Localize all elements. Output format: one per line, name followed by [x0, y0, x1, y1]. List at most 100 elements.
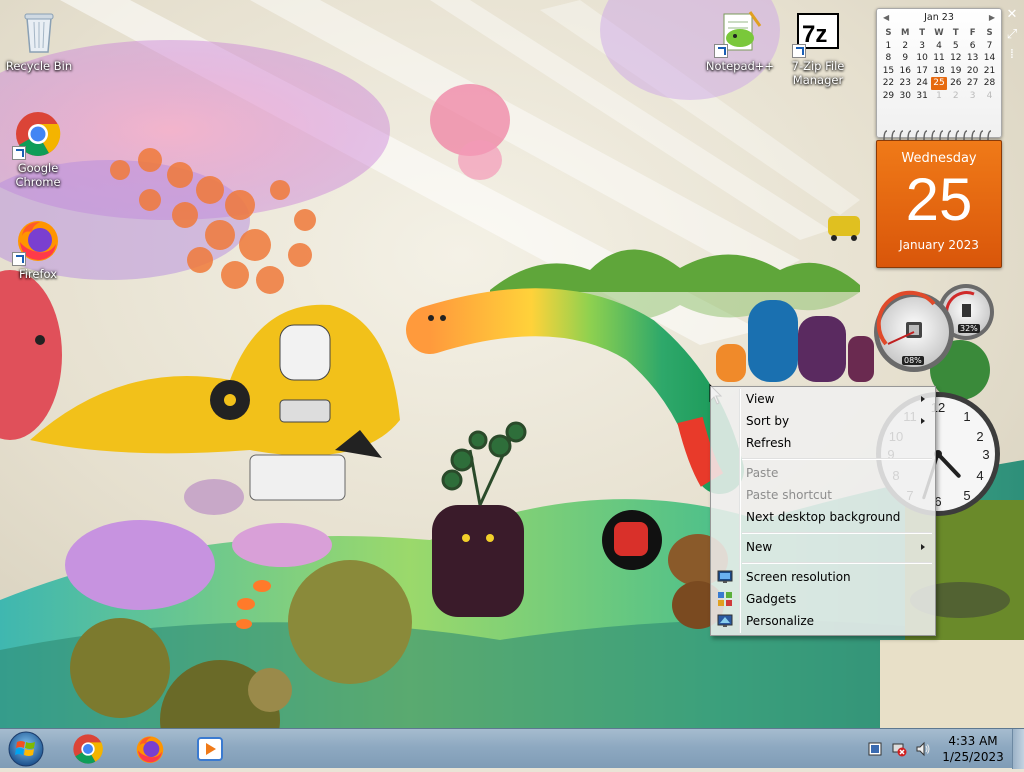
calendar-day[interactable]: 22 — [880, 77, 897, 90]
menu-item-label: Screen resolution — [746, 570, 851, 584]
desktop-icon-notepadpp[interactable]: Notepad++ — [702, 8, 778, 73]
calendar-day-next-month[interactable]: 2 — [947, 90, 964, 103]
calendar-day-next-month[interactable]: 3 — [964, 90, 981, 103]
desktop-icon-label: Notepad++ — [705, 59, 775, 73]
screen-resolution-icon — [717, 570, 733, 583]
menu-item-screen-resolution[interactable]: Screen resolution — [713, 566, 933, 588]
calendar-day[interactable]: 6 — [964, 40, 981, 53]
chrome-icon — [73, 734, 103, 764]
desktop-icon-7zip[interactable]: 7z 7-Zip File Manager — [780, 8, 856, 87]
firefox-icon — [136, 736, 164, 763]
taskbar-firefox-button[interactable] — [122, 731, 178, 767]
calendar-day[interactable]: 5 — [947, 40, 964, 53]
network-icon[interactable] — [891, 741, 907, 757]
calendar-day[interactable]: 29 — [880, 90, 897, 103]
desktop-icon-label: Google Chrome — [15, 161, 61, 189]
menu-item-label: Personalize — [746, 614, 815, 628]
start-button[interactable] — [4, 729, 50, 769]
desktop-icon-label: 7-Zip File Manager — [791, 59, 845, 87]
firefox-icon — [12, 216, 62, 266]
calendar-day[interactable]: 30 — [897, 90, 914, 103]
calendar-day-today[interactable]: 25 — [930, 77, 948, 90]
menu-item-paste[interactable]: Paste — [713, 462, 933, 484]
menu-item-sort-by[interactable]: Sort by — [713, 410, 933, 432]
calendar-month-page: ◀ Jan 23 ▶ S M T W T F S 1 2 3 4 5 6 7 8… — [876, 8, 1002, 138]
calendar-gadget[interactable]: ◀ Jan 23 ▶ S M T W T F S 1 2 3 4 5 6 7 8… — [876, 8, 1002, 268]
menu-item-next-desktop-background[interactable]: Next desktop background — [713, 506, 933, 528]
action-center-icon[interactable] — [867, 741, 883, 757]
calendar-day[interactable]: 16 — [897, 65, 914, 78]
gadget-size-icon[interactable]: ⤢ — [1004, 26, 1020, 44]
taskbar-media-player-button[interactable] — [182, 731, 238, 767]
taskbar-clock-date[interactable]: 1/25/2023 — [938, 750, 1008, 764]
desktop-icon-google-chrome[interactable]: Google Chrome — [0, 110, 76, 189]
calendar-week-row: 1 2 3 4 5 6 7 — [880, 40, 998, 53]
desktop-icon-recycle-bin[interactable]: Recycle Bin — [1, 8, 77, 73]
weekday-label: M — [901, 28, 910, 39]
calendar-day[interactable]: 21 — [981, 65, 998, 78]
cpu-meter-gadget[interactable]: 08% 32% — [874, 282, 1002, 378]
taskbar-clock-time[interactable]: 4:33 AM — [938, 734, 1008, 748]
taskbar: 4:33 AM 1/25/2023 — [0, 728, 1024, 769]
calendar-day[interactable]: 19 — [947, 65, 964, 78]
calendar-grid: S M T W T F S 1 2 3 4 5 6 7 8 9 10 11 12… — [880, 27, 998, 102]
calendar-day[interactable]: 4 — [931, 40, 948, 53]
menu-item-refresh[interactable]: Refresh — [713, 432, 933, 454]
calendar-day[interactable]: 10 — [914, 52, 931, 65]
calendar-day-next-month[interactable]: 1 — [931, 90, 948, 103]
menu-item-new[interactable]: New — [713, 536, 933, 558]
desktop[interactable]: Recycle Bin Google Chrome Firefox Notepa… — [0, 0, 1024, 728]
svg-text:3: 3 — [982, 447, 989, 462]
calendar-day[interactable]: 23 — [897, 77, 914, 90]
calendar-day[interactable]: 18 — [931, 65, 948, 78]
calendar-day[interactable]: 1 — [880, 40, 897, 53]
volume-icon[interactable] — [915, 741, 931, 757]
calendar-day[interactable]: 12 — [947, 52, 964, 65]
next-month-icon[interactable]: ▶ — [989, 9, 995, 27]
calendar-day[interactable]: 7 — [981, 40, 998, 53]
calendar-day[interactable]: 17 — [914, 65, 931, 78]
calendar-day[interactable]: 28 — [981, 77, 998, 90]
taskbar-chrome-button[interactable] — [60, 731, 116, 767]
weekday-label: T — [919, 28, 926, 39]
calendar-weekday-row: S M T W T F S — [880, 27, 998, 40]
calendar-week-row: 22 23 24 25 26 27 28 — [880, 77, 998, 90]
menu-item-label: View — [746, 392, 775, 406]
menu-item-paste-shortcut[interactable]: Paste shortcut — [713, 484, 933, 506]
calendar-day[interactable]: 2 — [897, 40, 914, 53]
calendar-day[interactable]: 20 — [964, 65, 981, 78]
media-player-icon — [197, 737, 223, 761]
calendar-day[interactable]: 31 — [914, 90, 931, 103]
svg-text:2: 2 — [976, 429, 983, 444]
calendar-day[interactable]: 13 — [964, 52, 981, 65]
gadget-drag-icon[interactable]: ⁞ — [1004, 46, 1020, 64]
gadget-close-icon[interactable]: ✕ — [1004, 6, 1020, 24]
desktop-icon-firefox[interactable]: Firefox — [0, 216, 76, 281]
weekday-label: W — [934, 28, 944, 39]
svg-text:5: 5 — [963, 488, 970, 503]
calendar-day[interactable]: 24 — [914, 77, 931, 90]
calendar-day[interactable]: 11 — [931, 52, 948, 65]
menu-item-view[interactable]: View — [713, 388, 933, 410]
calendar-day[interactable]: 3 — [914, 40, 931, 53]
show-desktop-button[interactable] — [1012, 729, 1024, 769]
menu-item-gadgets[interactable]: Gadgets — [713, 588, 933, 610]
menu-item-label: Next desktop background — [746, 510, 901, 524]
calendar-day[interactable]: 9 — [897, 52, 914, 65]
calendar-day[interactable]: 14 — [981, 52, 998, 65]
previous-month-icon[interactable]: ◀ — [883, 9, 889, 27]
calendar-day-page: Wednesday 25 January 2023 — [876, 140, 1002, 268]
submenu-arrow-icon — [921, 418, 925, 424]
calendar-week-row: 15 16 17 18 19 20 21 — [880, 65, 998, 78]
calendar-day[interactable]: 15 — [880, 65, 897, 78]
menu-item-personalize[interactable]: Personalize — [713, 610, 933, 632]
menu-separator — [742, 562, 932, 564]
calendar-day[interactable]: 27 — [964, 77, 981, 90]
weekday-label: S — [986, 28, 993, 39]
calendar-day-number: 25 — [905, 166, 973, 233]
menu-item-label: New — [746, 540, 773, 554]
calendar-day[interactable]: 26 — [947, 77, 964, 90]
calendar-day-next-month[interactable]: 4 — [981, 90, 998, 103]
calendar-day[interactable]: 8 — [880, 52, 897, 65]
menu-item-label: Sort by — [746, 414, 790, 428]
